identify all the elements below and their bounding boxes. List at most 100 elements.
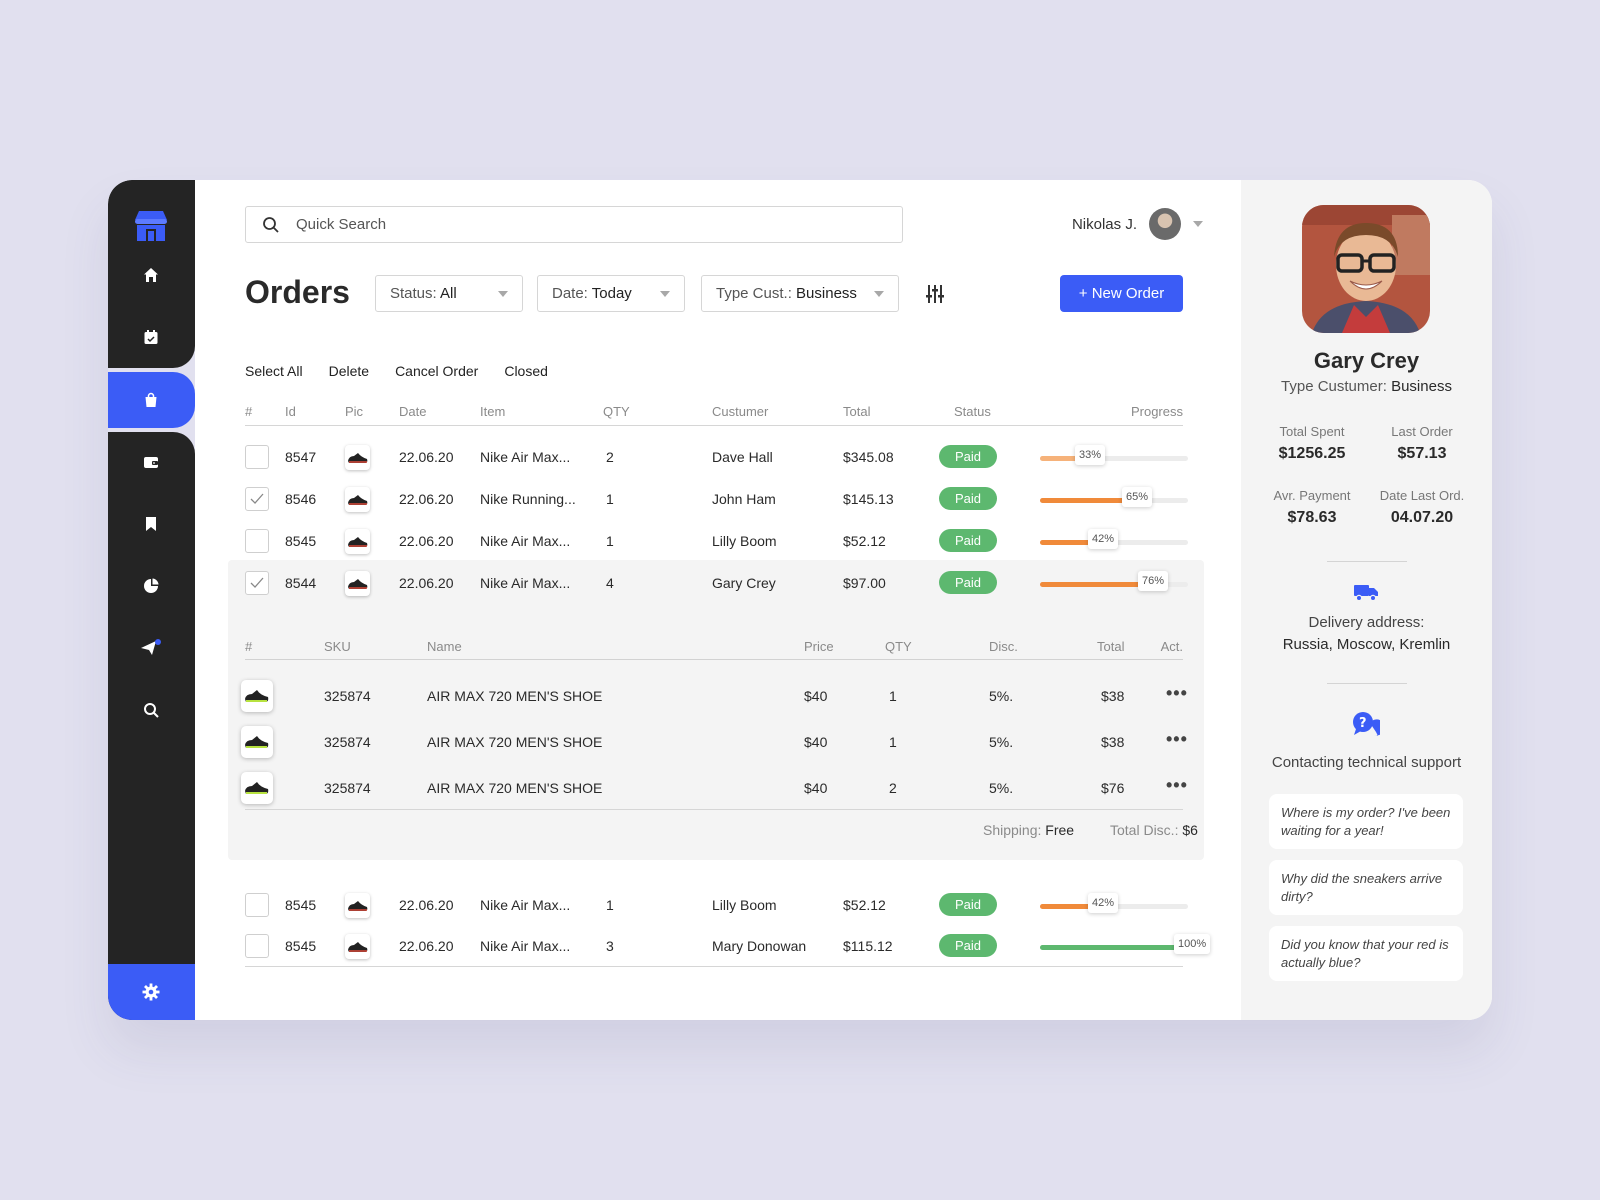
send-icon[interactable] bbox=[136, 633, 166, 663]
progress-label: 65% bbox=[1122, 487, 1153, 507]
row-checkbox[interactable] bbox=[245, 571, 269, 595]
gear-icon[interactable] bbox=[136, 977, 166, 1007]
order-total: $345.08 bbox=[843, 449, 894, 465]
item-qty: 2 bbox=[889, 780, 897, 796]
faq-item[interactable]: Where is my order? I've been waiting for… bbox=[1269, 794, 1463, 849]
customer-name: Gary Crey bbox=[1313, 348, 1420, 373]
table-row[interactable]: 8545 22.06.20 Nike Air Max... 3 Mary Don… bbox=[245, 928, 1211, 964]
item-qty: 1 bbox=[889, 734, 897, 750]
item-price: $40 bbox=[804, 780, 828, 796]
table-row[interactable]: 8545 22.06.20 Nike Air Max... 1 Lilly Bo… bbox=[245, 887, 1188, 923]
bulk-actions: Select All Delete Cancel Order Closed bbox=[245, 363, 574, 379]
date-filter[interactable]: Date: Today bbox=[537, 275, 685, 312]
progress-bar: 65% bbox=[1040, 487, 1188, 507]
column-header: Total bbox=[1097, 639, 1125, 654]
item-sku: 325874 bbox=[324, 780, 371, 796]
progress-bar: 100% bbox=[1040, 934, 1211, 954]
total-discount: Total Disc.: $6 bbox=[1110, 822, 1198, 838]
customer-panel: Gary Crey Type Custumer: Business Total … bbox=[1241, 180, 1492, 1020]
item-thumbnail bbox=[241, 680, 273, 712]
bookmark-icon[interactable] bbox=[136, 509, 166, 539]
item-sku: 325874 bbox=[324, 688, 371, 704]
more-actions-icon[interactable]: ••• bbox=[1166, 684, 1188, 702]
row-checkbox[interactable] bbox=[245, 934, 269, 958]
wallet-icon[interactable] bbox=[136, 447, 166, 477]
customer-type-value: Business bbox=[1391, 378, 1452, 395]
row-checkbox[interactable] bbox=[245, 893, 269, 917]
stat-label: Last Order bbox=[1391, 424, 1453, 439]
order-total: $97.00 bbox=[843, 575, 886, 591]
progress-label: 33% bbox=[1075, 445, 1106, 465]
new-order-button[interactable]: + New Order bbox=[1060, 275, 1183, 312]
customer-type-filter[interactable]: Type Cust.: Business bbox=[701, 275, 899, 312]
item-price: $40 bbox=[804, 688, 828, 704]
cancel-order-button[interactable]: Cancel Order bbox=[395, 363, 478, 379]
column-header: Total bbox=[843, 404, 871, 419]
pie-chart-icon[interactable] bbox=[136, 571, 166, 601]
chevron-down-icon bbox=[874, 290, 884, 297]
search-input[interactable]: Quick Search bbox=[245, 206, 903, 243]
filter-label: Type Cust.: bbox=[716, 285, 792, 302]
status-badge: Paid bbox=[939, 934, 997, 957]
order-qty: 4 bbox=[606, 575, 614, 591]
column-header: Progress bbox=[1130, 404, 1183, 419]
order-date: 22.06.20 bbox=[399, 533, 454, 549]
chevron-down-icon bbox=[660, 290, 670, 297]
delete-button[interactable]: Delete bbox=[329, 363, 369, 379]
total-discount-label: Total Disc.: bbox=[1110, 822, 1179, 838]
shipping-label: Shipping: bbox=[983, 822, 1042, 838]
filter-sliders-icon[interactable] bbox=[925, 284, 945, 304]
page-title: Orders bbox=[245, 274, 350, 310]
support-chat-icon: ? bbox=[1352, 710, 1380, 738]
search-icon[interactable] bbox=[136, 695, 166, 725]
more-actions-icon[interactable]: ••• bbox=[1166, 776, 1188, 794]
order-item: Nike Air Max... bbox=[480, 897, 571, 913]
item-thumbnail bbox=[345, 893, 370, 918]
faq-item[interactable]: Why did the sneakers arrive dirty? bbox=[1269, 860, 1463, 915]
row-checkbox[interactable] bbox=[245, 445, 269, 469]
shop-logo-icon[interactable] bbox=[134, 208, 168, 242]
order-total: $52.12 bbox=[843, 533, 886, 549]
stat-label: Avr. Payment bbox=[1273, 488, 1351, 503]
table-row[interactable]: 8546 22.06.20 Nike Running... 1 John Ham… bbox=[245, 481, 1188, 517]
progress-fill bbox=[1040, 582, 1152, 587]
order-item: Nike Running... bbox=[480, 491, 576, 507]
order-qty: 1 bbox=[606, 491, 614, 507]
divider bbox=[245, 809, 1183, 810]
column-header: Status bbox=[954, 404, 991, 419]
user-menu[interactable]: Nikolas J. bbox=[1072, 206, 1203, 242]
row-checkbox[interactable] bbox=[245, 487, 269, 511]
table-row[interactable]: 8544 22.06.20 Nike Air Max... 4 Gary Cre… bbox=[245, 565, 1188, 601]
detail-item-row: 325874 AIR MAX 720 MEN'S SHOE $40 1 5%. … bbox=[241, 678, 1187, 714]
status-badge: Paid bbox=[939, 487, 997, 510]
stat-value: $78.63 bbox=[1287, 509, 1337, 526]
customer-type-label: Type Custumer: bbox=[1281, 378, 1387, 395]
status-badge: Paid bbox=[939, 571, 997, 594]
order-date: 22.06.20 bbox=[399, 575, 454, 591]
select-all-button[interactable]: Select All bbox=[245, 363, 303, 379]
table-row[interactable]: 8547 22.06.20 Nike Air Max... 2 Dave Hal… bbox=[245, 439, 1188, 475]
shopping-bag-icon[interactable] bbox=[136, 385, 166, 415]
table-row[interactable]: 8545 22.06.20 Nike Air Max... 1 Lilly Bo… bbox=[245, 523, 1188, 559]
order-id: 8545 bbox=[285, 897, 317, 913]
more-actions-icon[interactable]: ••• bbox=[1166, 730, 1188, 748]
shipping-info: Shipping: Free bbox=[983, 822, 1074, 838]
support-label: Contacting technical support bbox=[1271, 754, 1462, 771]
faq-item[interactable]: Did you know that your red is actually b… bbox=[1269, 926, 1463, 981]
calendar-icon[interactable] bbox=[136, 322, 166, 352]
row-checkbox[interactable] bbox=[245, 529, 269, 553]
divider bbox=[245, 966, 1183, 967]
item-name: AIR MAX 720 MEN'S SHOE bbox=[427, 734, 603, 750]
closed-button[interactable]: Closed bbox=[504, 363, 548, 379]
order-customer: Lilly Boom bbox=[712, 533, 777, 549]
stat-avr-payment: Avr. Payment $78.63 bbox=[1257, 488, 1367, 527]
delivery-label: Delivery address: bbox=[1308, 614, 1425, 631]
home-icon[interactable] bbox=[136, 260, 166, 290]
stat-label: Total Spent bbox=[1279, 424, 1345, 439]
progress-bar: 76% bbox=[1040, 571, 1188, 591]
item-thumbnail bbox=[345, 529, 370, 554]
progress-bar: 42% bbox=[1040, 893, 1188, 913]
progress-bar: 42% bbox=[1040, 529, 1188, 549]
status-filter[interactable]: Status: All bbox=[375, 275, 523, 312]
total-discount-value: $6 bbox=[1182, 822, 1198, 838]
